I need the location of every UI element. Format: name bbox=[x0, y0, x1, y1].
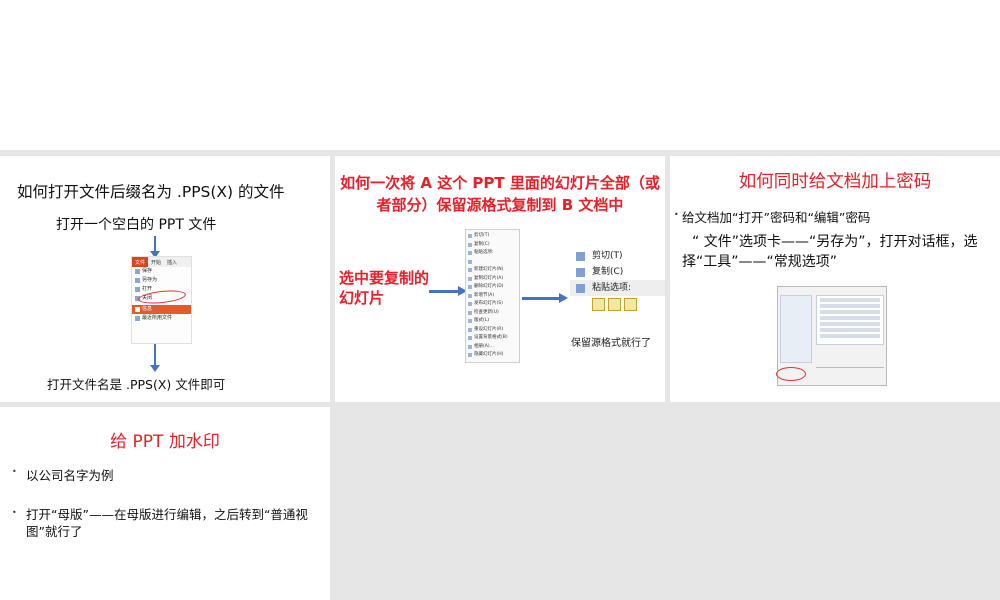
paste-picture-icon bbox=[624, 298, 637, 311]
context-menu-item: 粘贴选项: bbox=[466, 249, 519, 258]
slide-caption: 保留源格式就行了 bbox=[571, 338, 651, 349]
paste-theme-icon bbox=[608, 298, 621, 311]
slide-paragraph: “ 文件”选项卡——“另存为”，打开对话框，选择“工具”——“常规选项” bbox=[682, 234, 978, 270]
paste-row-copy: 复制(C) bbox=[570, 264, 665, 280]
context-menu-item: 检查更新(U) bbox=[466, 309, 519, 318]
slide-bullet: 以公司名字为例 bbox=[26, 468, 114, 483]
slide-side-label: 选中要复制的幻灯片 bbox=[339, 269, 430, 307]
slide-title: 给 PPT 加水印 bbox=[110, 432, 220, 452]
right-arrow-icon bbox=[429, 286, 467, 296]
context-menu-item: 版式(L) bbox=[466, 317, 519, 326]
context-menu-item: 重设幻灯片(R) bbox=[466, 326, 519, 335]
menu-tab: 开始 bbox=[151, 260, 162, 266]
slide-title: 如何一次将 A 这个 PPT 里面的幻灯片全部（或者部分）保留源格式复制到 B … bbox=[340, 174, 660, 214]
slide-footer-text: 打开文件名是 .PPS(X) 文件即可 bbox=[47, 377, 226, 392]
context-menu-item: 隐藏幻灯片(H) bbox=[466, 351, 519, 360]
bullet-icon: • bbox=[12, 467, 17, 476]
right-arrow-icon bbox=[522, 293, 568, 303]
menu-item-highlight: 信息 bbox=[132, 305, 191, 314]
slide-title: 如何打开文件后缀名为 .PPS(X) 的文件 bbox=[17, 183, 285, 201]
slide-sorter-grid: 如何打开文件后缀名为 .PPS(X) 的文件 打开一个空白的 PPT 文件 文件… bbox=[0, 150, 1000, 600]
slide-thumbnail-2[interactable]: 如何一次将 A 这个 PPT 里面的幻灯片全部（或者部分）保留源格式复制到 B … bbox=[335, 156, 665, 402]
context-menu-item: 设置背景格式(B) bbox=[466, 334, 519, 343]
save-dialog-screenshot bbox=[776, 286, 887, 386]
slide-bullet: 打开“母版”——在母版进行编辑，之后转到“普通视图”就行了 bbox=[26, 507, 308, 539]
paste-row-cut: 剪切(T) bbox=[570, 248, 665, 264]
highlight-circle-icon bbox=[776, 367, 806, 381]
slide-thumbnail-1[interactable]: 如何打开文件后缀名为 .PPS(X) 的文件 打开一个空白的 PPT 文件 文件… bbox=[0, 156, 330, 402]
context-menu-item: 相册(A)... bbox=[466, 343, 519, 352]
paste-keep-source-icon bbox=[592, 298, 605, 311]
menu-tab: 文件 bbox=[132, 257, 149, 267]
bullet-icon: • bbox=[12, 508, 17, 517]
menu-item: 另存为 bbox=[132, 276, 191, 285]
menu-tab: 插入 bbox=[167, 260, 178, 266]
slide-bullet: 给文档加“打开”密码和“编辑”密码 bbox=[682, 210, 871, 225]
context-menu-item: 发布幻灯片(S) bbox=[466, 300, 519, 309]
paste-options-screenshot: 剪切(T) 复制(C) 粘贴选项: bbox=[570, 248, 665, 318]
down-arrow-icon bbox=[150, 236, 160, 258]
down-arrow-icon bbox=[150, 344, 160, 372]
context-menu-item: 剪切(T) bbox=[466, 232, 519, 241]
slide-thumbnail-4[interactable]: 给 PPT 加水印 • 以公司名字为例 • 打开“母版”——在母版进行编辑，之后… bbox=[0, 407, 330, 600]
slide-subtitle: 打开一个空白的 PPT 文件 bbox=[56, 217, 217, 233]
context-menu-item: 复制(C) bbox=[466, 241, 519, 250]
menu-item: 保存 bbox=[132, 267, 191, 276]
context-menu-screenshot: 剪切(T) 复制(C) 粘贴选项: 新建幻灯片(N) 复制幻灯片(A) 删除幻灯… bbox=[465, 229, 520, 363]
context-menu-item: 删除幻灯片(D) bbox=[466, 283, 519, 292]
context-menu-item: 复制幻灯片(A) bbox=[466, 275, 519, 284]
context-menu-item: 新增节(A) bbox=[466, 292, 519, 301]
context-menu-item bbox=[466, 258, 519, 267]
slide-thumbnail-3[interactable]: 如何同时给文档加上密码 • 给文档加“打开”密码和“编辑”密码 “ 文件”选项卡… bbox=[670, 156, 1000, 402]
paste-row-options: 粘贴选项: bbox=[570, 280, 665, 296]
bullet-icon: • bbox=[674, 210, 679, 219]
context-menu-item: 新建幻灯片(N) bbox=[466, 266, 519, 275]
slide-title: 如何同时给文档加上密码 bbox=[738, 172, 932, 192]
menu-item: 最近所用文件 bbox=[132, 314, 191, 323]
